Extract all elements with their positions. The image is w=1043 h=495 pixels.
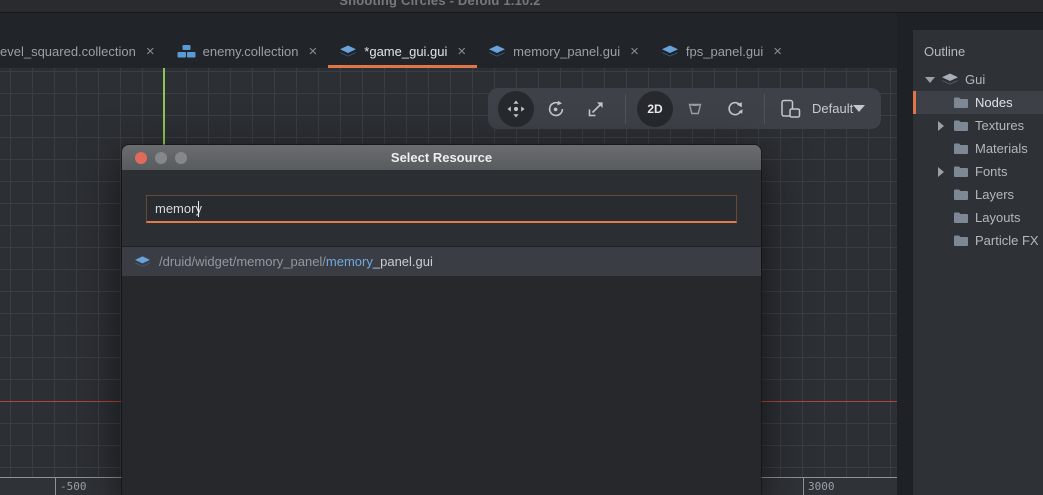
window-titlebar: Shooting Circles - Defold 1.10.2 [0, 0, 1043, 13]
outline-item-label: Textures [975, 118, 1024, 133]
ruler-tick [803, 478, 804, 495]
zoom-window-button[interactable] [175, 152, 187, 164]
camera-refresh-icon [726, 100, 744, 118]
outline-item-nodes[interactable]: Nodes [913, 91, 1043, 114]
move-tool-button[interactable] [498, 91, 534, 127]
scale-tool-button[interactable] [578, 91, 614, 127]
chevron-down-icon [853, 105, 865, 112]
scene-toolbar: 2D Default [488, 88, 881, 129]
resource-path-prefix: /druid/widget/memory_panel/ [159, 254, 326, 269]
search-result-row[interactable]: /druid/widget/memory_panel/memory_panel.… [122, 247, 761, 276]
scale-icon [587, 100, 605, 118]
tab-level-squared-collection[interactable]: evel_squared.collection × [0, 38, 166, 68]
folder-icon [953, 96, 969, 109]
defold-editor-window: Shooting Circles - Defold 1.10.2 evel_sq… [0, 0, 1043, 495]
folder-icon [953, 188, 969, 201]
close-tab-icon[interactable]: × [773, 44, 782, 59]
2d-mode-button[interactable]: 2D [637, 91, 673, 127]
outline-item-label: Layouts [975, 210, 1021, 225]
search-results-list: /druid/widget/memory_panel/memory_panel.… [122, 246, 761, 495]
close-tab-icon[interactable]: × [457, 44, 466, 59]
resource-search-input[interactable] [146, 195, 737, 223]
tab-enemy-collection[interactable]: enemy.collection × [166, 38, 329, 68]
rotate-tool-button[interactable] [538, 91, 574, 127]
folder-icon [953, 142, 969, 155]
dialog-title: Select Resource [122, 150, 761, 165]
outline-item-particle-fx[interactable]: Particle FX [913, 229, 1043, 252]
outline-item-layers[interactable]: Layers [913, 183, 1043, 206]
perspective-camera-button[interactable] [677, 91, 713, 127]
expand-arrow-icon[interactable] [925, 77, 941, 83]
text-cursor [198, 201, 199, 217]
gui-icon [661, 44, 679, 59]
outline-item-label: Particle FX [975, 233, 1039, 248]
select-resource-dialog: Select Resource /druid/widget/memory_pan… [122, 145, 761, 495]
camera-refresh-button[interactable] [717, 91, 753, 127]
gui-icon [941, 72, 959, 87]
outline-item-label: Fonts [975, 164, 1008, 179]
outline-item-gui[interactable]: Gui [913, 68, 1043, 91]
tab-fps-panel-gui[interactable]: fps_panel.gui × [650, 38, 793, 68]
outline-item-label: Gui [965, 72, 985, 87]
gui-icon [488, 44, 506, 59]
gui-icon [339, 44, 357, 59]
resource-path-match: memory [326, 254, 373, 269]
tab-label: memory_panel.gui [513, 44, 620, 59]
expand-arrow-icon[interactable] [938, 167, 953, 177]
folder-icon [953, 119, 969, 132]
dialog-body: /druid/widget/memory_panel/memory_panel.… [122, 170, 761, 495]
resource-path-suffix: _panel.gui [373, 254, 433, 269]
frustum-icon [686, 100, 704, 118]
toolbar-divider [625, 94, 626, 124]
close-tab-icon[interactable]: × [630, 44, 639, 59]
2d-mode-label: 2D [647, 102, 662, 116]
device-layout-icon [780, 99, 802, 118]
folder-icon [953, 211, 969, 224]
folder-icon [953, 165, 969, 178]
close-window-button[interactable] [135, 152, 147, 164]
move-icon [507, 100, 525, 118]
resource-path: /druid/widget/memory_panel/memory_panel.… [159, 254, 433, 269]
results-empty-area [122, 276, 761, 495]
expand-arrow-icon[interactable] [938, 121, 953, 131]
close-tab-icon[interactable]: × [146, 44, 155, 59]
tab-bar: evel_squared.collection × enemy.collecti… [0, 13, 897, 68]
collection-icon [177, 44, 196, 59]
tab-label: *game_gui.gui [364, 44, 447, 59]
minimize-window-button[interactable] [155, 152, 167, 164]
outline-item-layouts[interactable]: Layouts [913, 206, 1043, 229]
window-controls [135, 145, 187, 170]
outline-item-fonts[interactable]: Fonts [913, 160, 1043, 183]
outline-item-label: Layers [975, 187, 1014, 202]
outline-item-label: Nodes [975, 95, 1013, 110]
close-tab-icon[interactable]: × [309, 44, 318, 59]
layout-selector[interactable]: Default [780, 99, 873, 118]
tab-memory-panel-gui[interactable]: memory_panel.gui × [477, 38, 650, 68]
gui-resource-icon [134, 255, 151, 269]
right-dock: Outline Gui Nodes [897, 13, 1043, 495]
rotate-icon [547, 100, 565, 118]
outline-item-label: Materials [975, 141, 1028, 156]
search-field-wrap [122, 170, 761, 223]
ruler-tick [55, 478, 56, 495]
tab-label: evel_squared.collection [0, 44, 136, 59]
tab-label: fps_panel.gui [686, 44, 763, 59]
folder-icon [953, 234, 969, 247]
dialog-titlebar[interactable]: Select Resource [122, 145, 761, 170]
outline-panel: Outline Gui Nodes [913, 30, 1043, 495]
tab-game-gui[interactable]: *game_gui.gui × [328, 38, 477, 68]
outline-panel-title: Outline [913, 30, 1043, 68]
toolbar-divider [764, 94, 765, 124]
ruler-label: 3000 [808, 480, 835, 493]
outline-item-materials[interactable]: Materials [913, 137, 1043, 160]
outline-item-textures[interactable]: Textures [913, 114, 1043, 137]
window-title: Shooting Circles - Defold 1.10.2 [0, 0, 880, 8]
tab-label: enemy.collection [203, 44, 299, 59]
layout-label: Default [812, 101, 853, 116]
ruler-label: -500 [60, 480, 87, 493]
